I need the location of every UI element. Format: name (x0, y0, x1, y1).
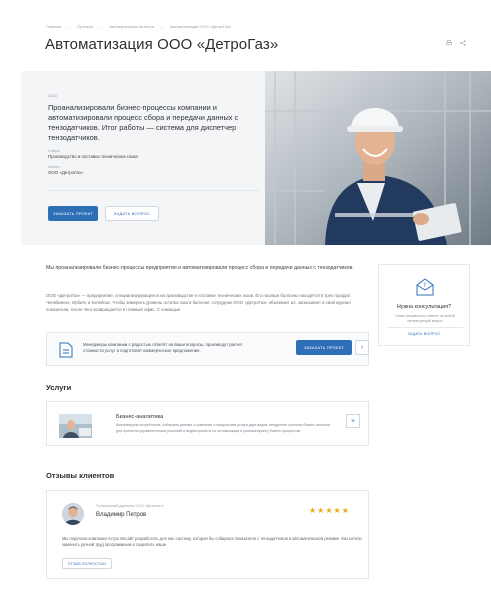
reviewer-name: Владимир Петров (96, 512, 147, 518)
breadcrumb-item-category[interactable]: Автоматизация бизнеса (109, 24, 154, 29)
service-card[interactable]: Бизнес-аналитика Анализируем потребности… (46, 401, 369, 446)
hero-lead: Проанализировали бизнес-процессы компани… (48, 103, 239, 142)
page-title: Автоматизация ООО «ДетроГаз» (45, 36, 279, 53)
breadcrumb-item-projects[interactable]: Проекты (77, 24, 93, 29)
cta-text: Менеджеры компании с радостью ответят на… (83, 342, 243, 354)
service-title: Бизнес-аналитика (116, 414, 164, 420)
document-icon (59, 342, 73, 363)
reviewer-role: Генеральный директор ООО «Детрогаз» (96, 504, 164, 508)
review-text: Мы поручили компании Астро Инсайт разраб… (62, 536, 362, 548)
envelope-icon: ? (415, 277, 435, 302)
breadcrumb-separator: — (159, 24, 164, 29)
avatar (62, 503, 84, 525)
review-card: Генеральный директор ООО «Детрогаз» Влад… (46, 490, 369, 579)
star-icon: ★ (325, 506, 333, 515)
consultation-text: Наши специалисты ответят на любой интере… (395, 314, 455, 323)
consultation-ask-link[interactable]: ЗАДАТЬ ВОПРОС (379, 332, 469, 336)
header-actions (446, 40, 466, 48)
share-icon[interactable] (460, 40, 466, 48)
page: Главная — Проекты — Автоматизация бизнес… (21, 0, 491, 608)
breadcrumb: Главная — Проекты — Автоматизация бизнес… (46, 24, 231, 29)
hero-text: 2018 Проанализировали бизнес-процессы ко… (48, 93, 260, 175)
consultation-title: Нужна консультация? (396, 304, 452, 310)
services-title: Услуги (46, 383, 72, 392)
breadcrumb-item-home[interactable]: Главная (46, 24, 61, 29)
breadcrumb-item-current: Автоматизация ООО «ДетроГаз» (169, 24, 232, 29)
read-full-review-button[interactable]: ОТЗЫВ ПОЛНОСТЬЮ (62, 558, 112, 569)
expand-button[interactable]: + (346, 414, 360, 428)
order-project-button[interactable]: ЗАКАЗАТЬ ПРОЕКТ (48, 206, 98, 221)
divider (48, 190, 260, 191)
service-description: Анализируем потребности, собираем данные… (116, 423, 330, 433)
client-value: ООО «ДетроГаз» (48, 170, 84, 175)
consultation-card: ? Нужна консультация? Наши специалисты о… (378, 264, 470, 346)
service-image (59, 414, 92, 438)
cta-box: Менеджеры компании с радостью ответят на… (46, 332, 369, 366)
client-label: Клиент (48, 165, 60, 169)
star-icon: ★ (341, 506, 349, 515)
cta-arrow-button[interactable]: › (355, 340, 369, 355)
star-icon: ★ (333, 506, 341, 515)
breadcrumb-separator: — (67, 24, 72, 29)
rating-stars: ★ ★ ★ ★ ★ (309, 507, 349, 515)
star-icon: ★ (309, 506, 317, 515)
field-value: Производство и поставка технических газо… (48, 154, 138, 159)
project-year: 2018 (48, 93, 57, 98)
breadcrumb-separator: — (99, 24, 104, 29)
print-icon[interactable] (446, 40, 452, 48)
intro-text: Мы проанализировали бизнес-процессы пред… (46, 265, 354, 271)
star-icon: ★ (317, 506, 325, 515)
divider (387, 327, 463, 328)
hero-photo (265, 71, 491, 245)
ask-question-button[interactable]: ЗАДАТЬ ВОПРОС (105, 206, 159, 221)
reviews-title: Отзывы клиентов (46, 471, 115, 480)
hero-section: 2018 Проанализировали бизнес-процессы ко… (21, 71, 491, 245)
cta-order-button[interactable]: ЗАКАЗАТЬ ПРОЕКТ (296, 340, 352, 355)
description-text: ООО «ДетроГаз» — предприятие, специализи… (46, 293, 352, 312)
field-label: Сфера (48, 149, 60, 153)
svg-text:?: ? (423, 282, 426, 289)
